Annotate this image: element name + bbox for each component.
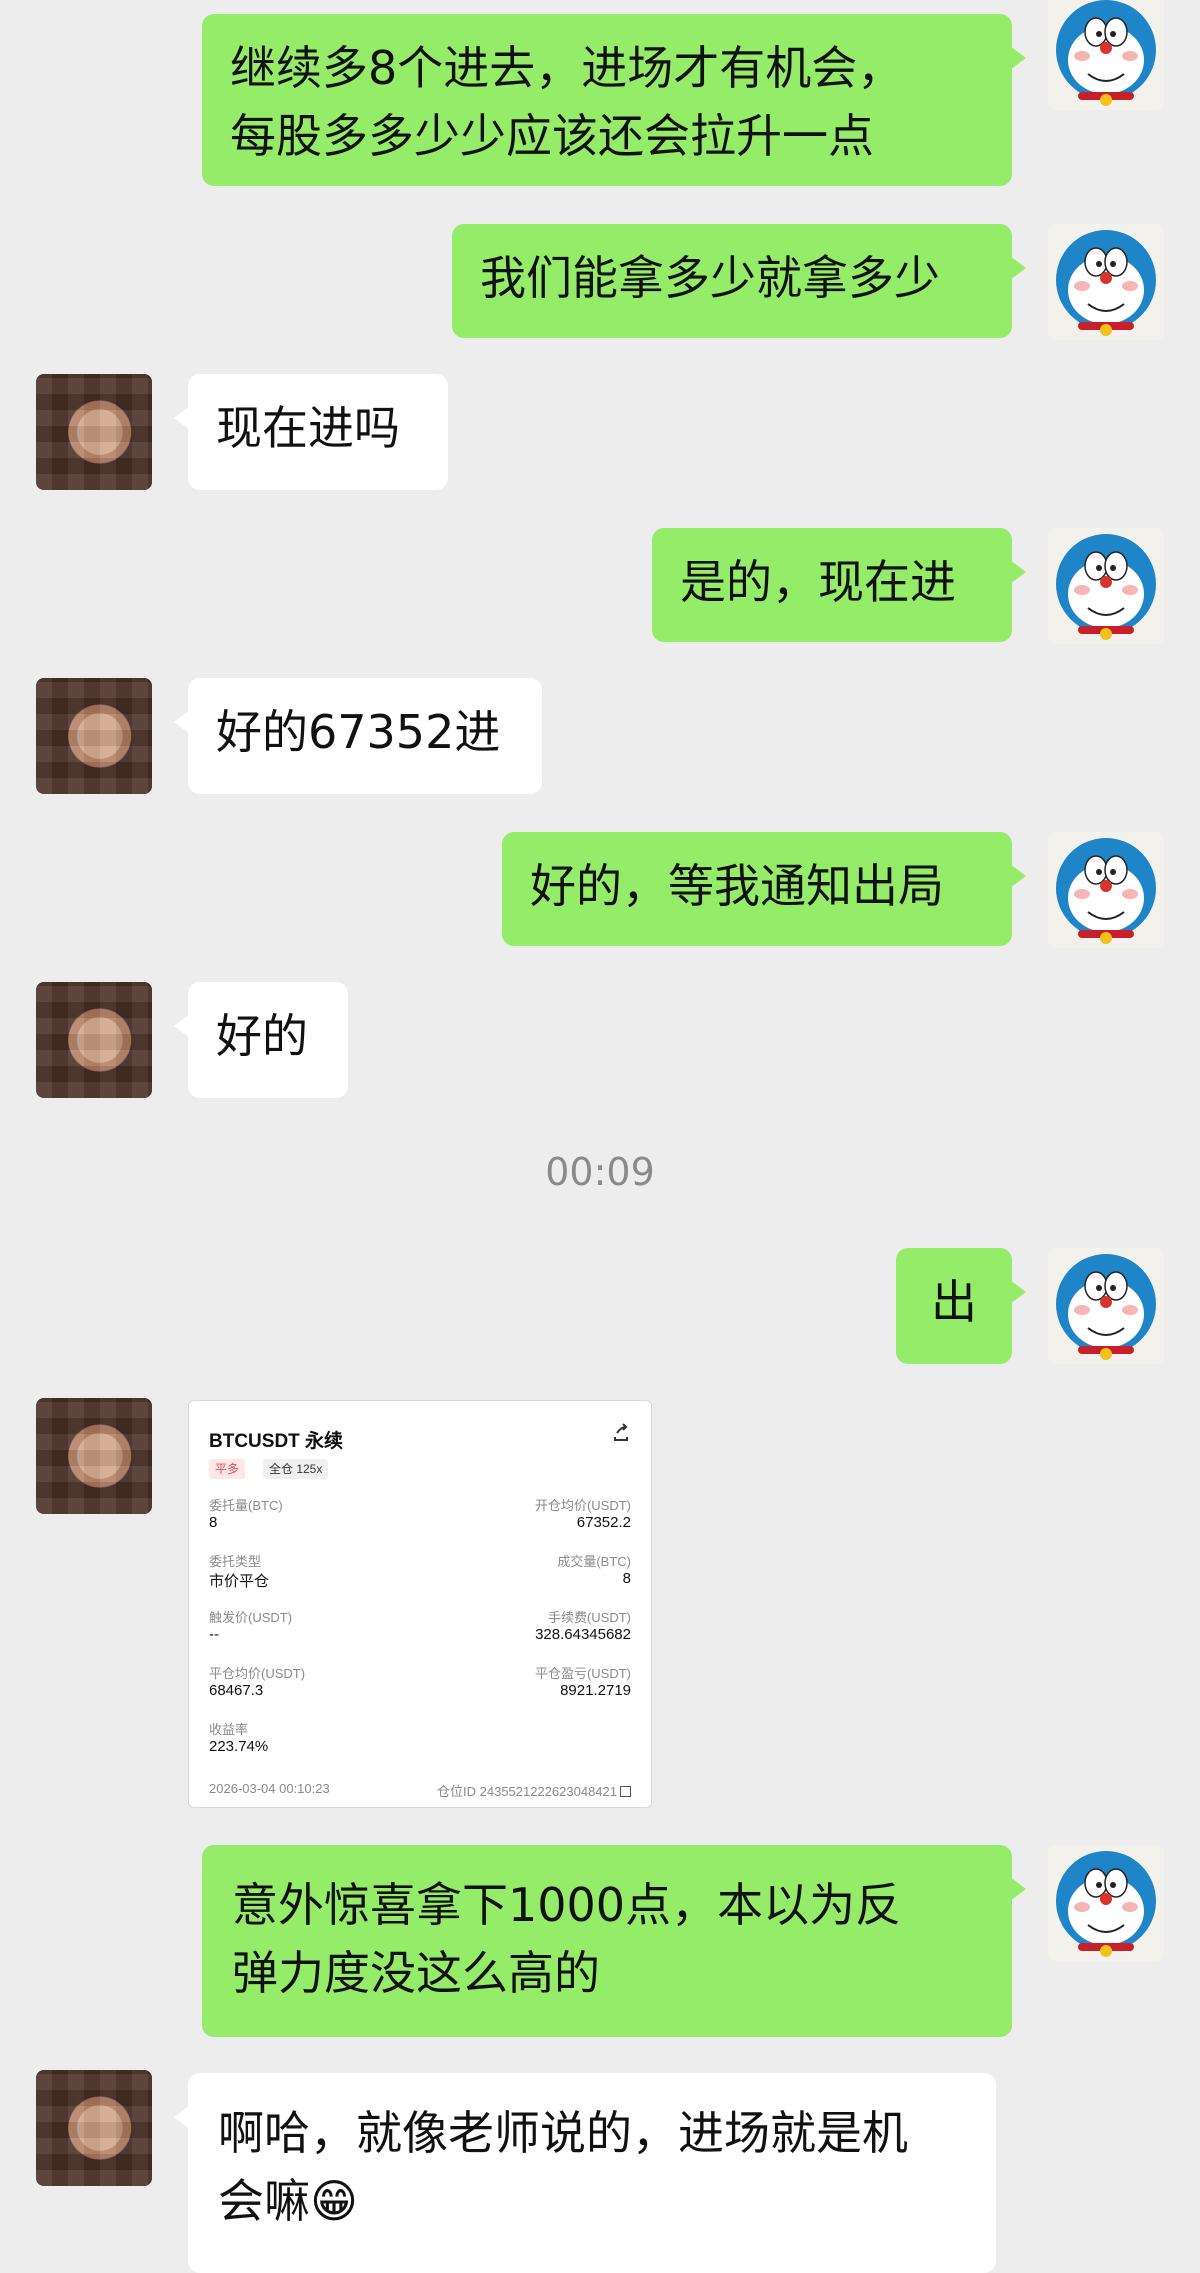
message-bubble[interactable]: 好的，等我通知出局 bbox=[502, 832, 1026, 946]
field-label: 成交量(BTC) bbox=[557, 1554, 631, 1569]
field-label: 触发价(USDT) bbox=[209, 1610, 293, 1625]
field-label: 平仓均价(USDT) bbox=[209, 1666, 306, 1681]
copy-icon[interactable] bbox=[620, 1786, 631, 1797]
blurred-person-avatar bbox=[36, 982, 152, 1098]
trade-result-card[interactable]: BTCUSDT 永续 平多 全仓 125x 委托量(BTC) 8 开仓均价(US… bbox=[188, 1400, 652, 1808]
doraemon-avatar-icon bbox=[1048, 1248, 1164, 1364]
trade-datetime: 2026-03-04 00:10:23 bbox=[209, 1781, 330, 1796]
blurred-person-avatar bbox=[36, 2070, 152, 2186]
position-id-text: 仓位ID 2435521222623048421 bbox=[437, 1784, 617, 1799]
blurred-person-avatar bbox=[36, 374, 152, 490]
contact-avatar[interactable] bbox=[36, 678, 152, 794]
field-label: 平仓盈亏(USDT) bbox=[534, 1666, 631, 1681]
doraemon-avatar-icon bbox=[1048, 0, 1164, 110]
contact-avatar[interactable] bbox=[36, 1398, 152, 1514]
message-bubble[interactable]: 现在进吗 bbox=[174, 374, 448, 490]
message-bubble[interactable]: 是的，现在进 bbox=[652, 528, 1026, 642]
card-title: BTCUSDT 永续 bbox=[209, 1431, 344, 1452]
my-avatar[interactable] bbox=[1048, 1248, 1164, 1364]
my-avatar[interactable] bbox=[1048, 1845, 1164, 1961]
field-value: 223.74% bbox=[209, 1738, 269, 1755]
field-value: 68467.3 bbox=[209, 1682, 264, 1699]
doraemon-avatar-icon bbox=[1048, 528, 1164, 644]
field-label: 手续费(USDT) bbox=[547, 1610, 631, 1625]
my-avatar[interactable] bbox=[1048, 528, 1164, 644]
message-bubble[interactable]: 好的 bbox=[174, 982, 348, 1098]
field-value: 67352.2 bbox=[576, 1514, 631, 1531]
message-bubble[interactable]: 好的67352进 bbox=[174, 678, 542, 794]
chat-timestamp: 00:09 bbox=[545, 1150, 655, 1194]
message-bubble[interactable]: 意外惊喜拿下1000点，本以为反 弹力度没这么高的 bbox=[202, 1845, 1026, 2037]
field-value: -- bbox=[209, 1626, 219, 1643]
field-value: 8 bbox=[209, 1514, 218, 1531]
contact-avatar[interactable] bbox=[36, 2070, 152, 2186]
doraemon-avatar-icon bbox=[1048, 224, 1164, 340]
doraemon-avatar-icon bbox=[1048, 832, 1164, 948]
my-avatar[interactable] bbox=[1048, 0, 1164, 110]
field-label: 委托量(BTC) bbox=[209, 1498, 283, 1513]
margin-mode-tag: 全仓 125x bbox=[263, 1459, 329, 1479]
field-value: 328.64345682 bbox=[535, 1626, 631, 1643]
contact-avatar[interactable] bbox=[36, 374, 152, 490]
message-bubble[interactable]: 我们能拿多少就拿多少 bbox=[452, 224, 1026, 338]
position-id: 仓位ID 2435521222623048421 bbox=[437, 1781, 631, 1800]
field-label: 委托类型 bbox=[209, 1554, 262, 1569]
field-label: 收益率 bbox=[209, 1722, 249, 1737]
field-label: 开仓均价(USDT) bbox=[534, 1498, 631, 1513]
field-value: 市价平仓 bbox=[209, 1573, 270, 1590]
message-bubble[interactable]: 啊哈，就像老师说的，进场就是机 会嘛😁 bbox=[174, 2073, 996, 2273]
side-tag: 平多 bbox=[209, 1459, 246, 1479]
message-bubble[interactable]: 继续多8个进去，进场才有机会， 每股多多少少应该还会拉升一点 bbox=[202, 14, 1026, 186]
my-avatar[interactable] bbox=[1048, 832, 1164, 948]
message-bubble[interactable]: 出 bbox=[896, 1248, 1026, 1364]
field-value: 8921.2719 bbox=[560, 1682, 631, 1699]
blurred-person-avatar bbox=[36, 1398, 152, 1514]
blurred-person-avatar bbox=[36, 678, 152, 794]
contact-avatar[interactable] bbox=[36, 982, 152, 1098]
my-avatar[interactable] bbox=[1048, 224, 1164, 340]
share-icon[interactable] bbox=[611, 1423, 631, 1449]
field-value: 8 bbox=[622, 1570, 631, 1587]
doraemon-avatar-icon bbox=[1048, 1845, 1164, 1961]
